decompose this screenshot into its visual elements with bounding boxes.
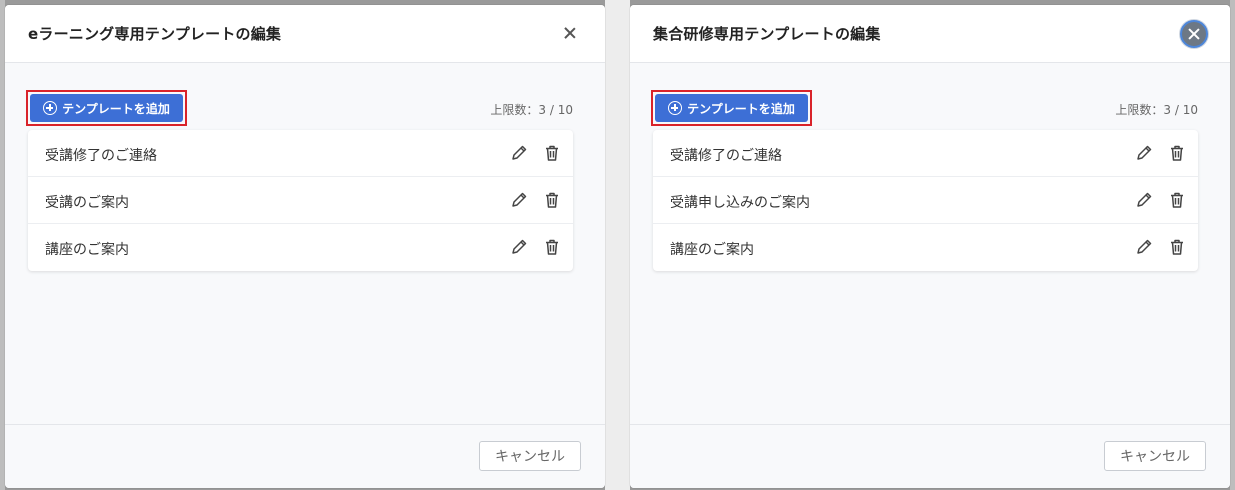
template-name: 受講のご案内: [45, 195, 129, 211]
close-icon[interactable]: [1180, 20, 1208, 48]
pencil-icon[interactable]: [510, 144, 528, 162]
elearning-template-dialog: eラーニング専用テンプレートの編集 テンプレートを追加 上限数：3 / 10 受…: [5, 5, 605, 488]
dialog-title: eラーニング専用テンプレートの編集: [28, 25, 282, 43]
trash-icon[interactable]: [543, 191, 561, 209]
trash-icon[interactable]: [543, 238, 561, 256]
add-template-highlight: テンプレートを追加: [26, 90, 187, 126]
dialog-header: eラーニング専用テンプレートの編集: [5, 5, 605, 63]
add-template-button[interactable]: テンプレートを追加: [655, 94, 808, 122]
list-item: 受講修了のご連絡: [28, 130, 573, 177]
pencil-icon[interactable]: [1135, 144, 1153, 162]
list-item: 受講のご案内: [28, 177, 573, 224]
trash-icon[interactable]: [1168, 144, 1186, 162]
template-name: 講座のご案内: [45, 242, 129, 258]
dialog-footer: キャンセル: [630, 424, 1230, 488]
trash-icon[interactable]: [1168, 191, 1186, 209]
plus-circle-icon: [43, 101, 58, 115]
list-item: 講座のご案内: [653, 224, 1198, 271]
template-name: 受講申し込みのご案内: [670, 195, 810, 211]
close-icon[interactable]: [561, 24, 579, 42]
list-item: 受講申し込みのご案内: [653, 177, 1198, 224]
trash-icon[interactable]: [1168, 238, 1186, 256]
add-template-button[interactable]: テンプレートを追加: [30, 94, 183, 122]
pencil-icon[interactable]: [1135, 238, 1153, 256]
add-template-highlight: テンプレートを追加: [651, 90, 812, 126]
list-item: 講座のご案内: [28, 224, 573, 271]
pencil-icon[interactable]: [510, 191, 528, 209]
plus-circle-icon: [668, 101, 683, 115]
backdrop-right: [1230, 0, 1235, 490]
dialog-footer: キャンセル: [5, 424, 605, 488]
list-item: 受講修了のご連絡: [653, 130, 1198, 177]
add-template-label: テンプレートを追加: [62, 101, 170, 116]
cancel-button[interactable]: キャンセル: [1104, 441, 1206, 471]
cancel-button[interactable]: キャンセル: [479, 441, 581, 471]
dialog-header: 集合研修専用テンプレートの編集: [630, 5, 1230, 63]
template-name: 講座のご案内: [670, 242, 754, 258]
trash-icon[interactable]: [543, 144, 561, 162]
template-list: 受講修了のご連絡 受講のご案内 講座のご案内: [28, 130, 573, 271]
add-template-label: テンプレートを追加: [687, 101, 795, 116]
backdrop-middle: [605, 0, 630, 490]
template-limit: 上限数：3 / 10: [1115, 103, 1198, 117]
pencil-icon[interactable]: [1135, 191, 1153, 209]
template-name: 受講修了のご連絡: [45, 148, 157, 164]
template-name: 受講修了のご連絡: [670, 148, 782, 164]
dialog-title: 集合研修専用テンプレートの編集: [653, 25, 881, 43]
template-list: 受講修了のご連絡 受講申し込みのご案内 講座のご案内: [653, 130, 1198, 271]
group-training-template-dialog: 集合研修専用テンプレートの編集 テンプレートを追加 上限数：3 / 10 受講修…: [630, 5, 1230, 488]
pencil-icon[interactable]: [510, 238, 528, 256]
template-limit: 上限数：3 / 10: [490, 103, 573, 117]
